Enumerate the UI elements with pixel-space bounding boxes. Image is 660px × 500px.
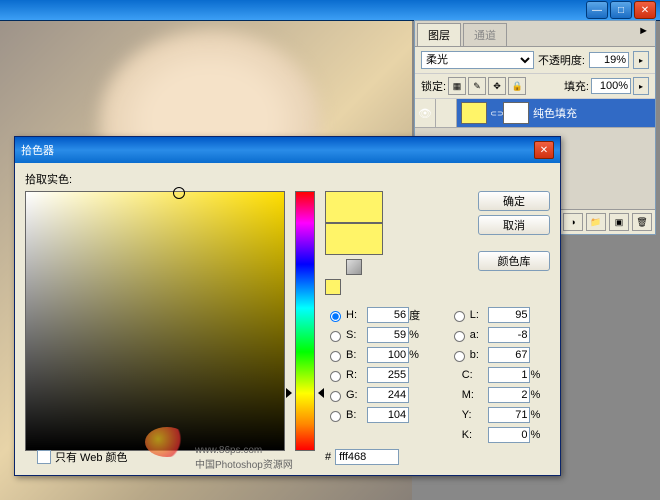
bv-radio[interactable]: B: (325, 348, 363, 362)
hex-label: # (325, 451, 331, 463)
b-input[interactable] (367, 407, 409, 423)
opacity-label: 不透明度: (538, 52, 585, 68)
r-input[interactable] (367, 367, 409, 383)
hue-slider[interactable] (295, 191, 315, 451)
l-radio[interactable]: L: (449, 308, 485, 322)
lock-label: 锁定: (421, 78, 446, 94)
lock-transparent-icon[interactable]: ▦ (448, 77, 466, 95)
tab-layers[interactable]: 图层 (417, 23, 461, 46)
layer-edit-col (436, 99, 457, 127)
l-input[interactable] (488, 307, 530, 323)
panel-tabs: 图层 通道 ► (415, 21, 655, 47)
web-only-checkbox[interactable] (37, 450, 51, 464)
fill-input[interactable] (591, 78, 631, 94)
color-library-button[interactable]: 颜色库 (478, 251, 550, 271)
gamut-warning-icon[interactable] (346, 259, 362, 275)
lab-b-input[interactable] (488, 347, 530, 363)
maximize-button[interactable]: □ (610, 1, 632, 19)
color-picker-dialog: 拾色器 ✕ 拾取实色: 确定 (14, 136, 561, 476)
link-mask-icon[interactable]: ⊂⊃ (491, 103, 503, 123)
opacity-flyout-button[interactable]: ▸ (633, 51, 649, 69)
fill-label: 填充: (564, 78, 589, 94)
opacity-input[interactable] (589, 52, 629, 68)
bv-input[interactable] (367, 347, 409, 363)
window-titlebar: — □ ✕ (0, 0, 660, 21)
web-only-label: 只有 Web 颜色 (55, 449, 128, 465)
new-color-swatch[interactable] (325, 191, 383, 223)
dialog-titlebar[interactable]: 拾色器 ✕ (15, 137, 560, 163)
minimize-button[interactable]: — (586, 1, 608, 19)
b-radio[interactable]: B: (325, 408, 363, 422)
y-input[interactable] (488, 407, 530, 423)
fill-flyout-button[interactable]: ▸ (633, 77, 649, 95)
dialog-title: 拾色器 (21, 142, 54, 158)
lab-b-radio[interactable]: b: (449, 348, 485, 362)
pick-solid-label: 拾取实色: (25, 171, 550, 187)
color-cursor[interactable] (173, 187, 185, 199)
s-input[interactable] (367, 327, 409, 343)
c-input[interactable] (488, 367, 530, 383)
delete-layer-button[interactable]: 🗑 (632, 213, 652, 231)
window-close-button[interactable]: ✕ (634, 1, 656, 19)
layer-name: 纯色填充 (533, 105, 577, 121)
folder-button[interactable]: 📁 (586, 213, 606, 231)
g-radio[interactable]: G: (325, 388, 363, 402)
y-label: Y: (449, 409, 485, 421)
lock-all-icon[interactable]: 🔒 (508, 77, 526, 95)
h-radio[interactable]: H: (325, 308, 363, 322)
c-label: C: (449, 369, 485, 381)
r-radio[interactable]: R: (325, 368, 363, 382)
lock-pixels-icon[interactable]: ✎ (468, 77, 486, 95)
layer-mask-thumbnail[interactable] (503, 102, 529, 124)
adjustment-button[interactable]: ◑ (563, 213, 583, 231)
m-input[interactable] (488, 387, 530, 403)
k-label: K: (449, 429, 485, 441)
saturation-field[interactable] (25, 191, 285, 451)
ok-button[interactable]: 确定 (478, 191, 550, 211)
dialog-body: 拾取实色: 确定 取消 (15, 163, 560, 475)
lock-row: 锁定: ▦ ✎ ✥ 🔒 填充: ▸ (415, 74, 655, 99)
blend-mode-select[interactable]: 柔光 (421, 51, 534, 69)
cancel-button[interactable]: 取消 (478, 215, 550, 235)
hex-input[interactable] (335, 449, 399, 465)
m-label: M: (449, 389, 485, 401)
h-input[interactable] (367, 307, 409, 323)
lock-position-icon[interactable]: ✥ (488, 77, 506, 95)
a-input[interactable] (488, 327, 530, 343)
visibility-toggle-icon[interactable]: 👁 (415, 99, 436, 127)
k-input[interactable] (488, 427, 530, 443)
current-color-swatch[interactable] (325, 223, 383, 255)
new-layer-button[interactable]: ▣ (609, 213, 629, 231)
color-fields: H:度 L: S:% a: B:% b: R: C:% G: M:% B: Y:… (325, 307, 550, 443)
layer-thumbnail[interactable] (461, 102, 487, 124)
web-only-row[interactable]: 只有 Web 颜色 (37, 449, 128, 465)
s-radio[interactable]: S: (325, 328, 363, 342)
dialog-close-button[interactable]: ✕ (534, 141, 554, 159)
a-radio[interactable]: a: (449, 328, 485, 342)
watermark-text: www.86ps.com中国Photoshop资源网 (195, 445, 293, 471)
blend-row: 柔光 不透明度: ▸ (415, 47, 655, 74)
layer-item[interactable]: 👁 ⊂⊃ 纯色填充 (415, 99, 655, 128)
panel-menu-button[interactable]: ► (632, 21, 655, 46)
g-input[interactable] (367, 387, 409, 403)
tab-channels[interactable]: 通道 (463, 23, 507, 46)
websafe-swatch[interactable] (325, 279, 341, 295)
